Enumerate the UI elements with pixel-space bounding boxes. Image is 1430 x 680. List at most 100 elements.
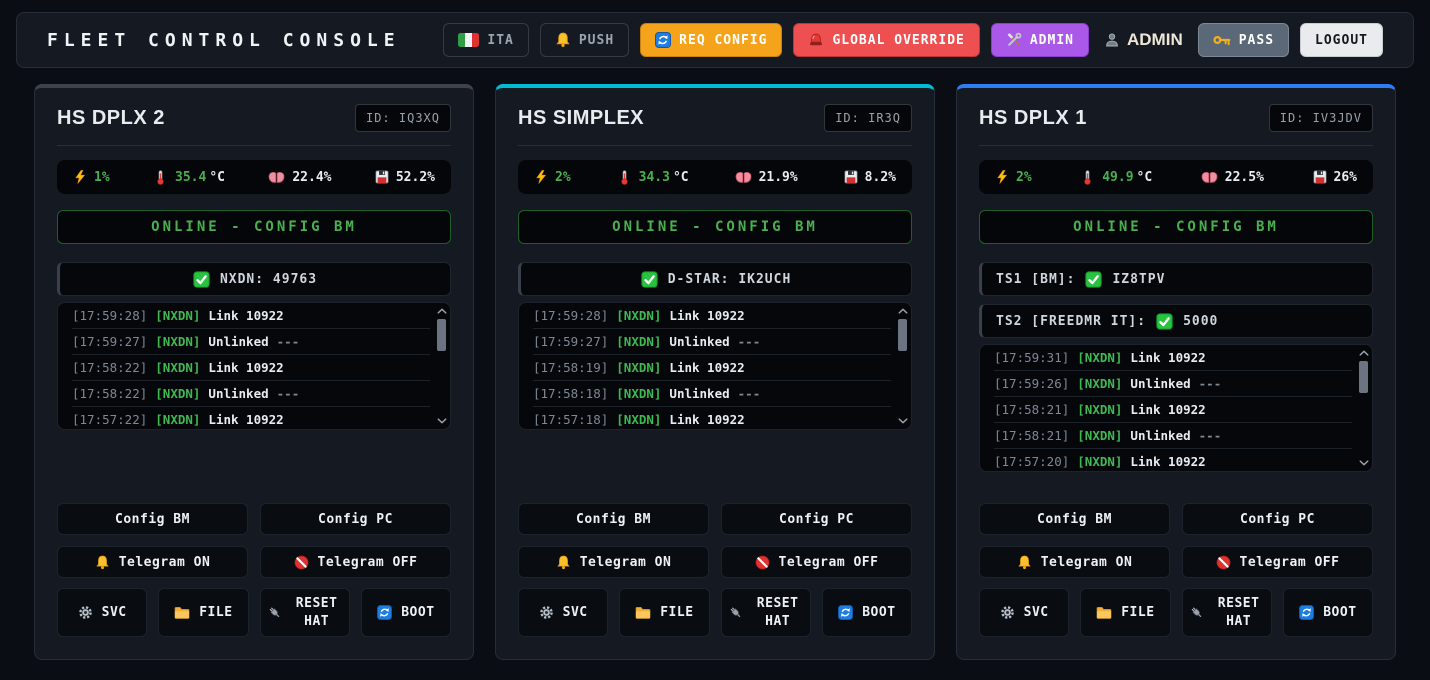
log-entry: [17:59:28] [NXDN] Link 10922 — [72, 303, 430, 329]
file-button[interactable]: FILE — [158, 588, 248, 637]
user-menu[interactable]: ADMIN — [1100, 30, 1187, 50]
lightning-icon — [73, 170, 87, 184]
scrollbar-track[interactable] — [437, 317, 446, 415]
config-pc-button[interactable]: Config PC — [260, 503, 451, 535]
log-entry: [17:57:18] [NXDN] Link 10922 — [533, 407, 891, 430]
log-time: [17:59:31] — [994, 350, 1069, 365]
boot-button[interactable]: BOOT — [1283, 588, 1373, 637]
scroll-down-button[interactable] — [436, 415, 448, 427]
power-stat: 2% — [995, 170, 1032, 185]
telegram-off-button[interactable]: Telegram OFF — [260, 546, 451, 578]
log-panel[interactable]: [17:59:28] [NXDN] Link 10922 [17:59:27] … — [57, 302, 451, 430]
file-button[interactable]: FILE — [1080, 588, 1170, 637]
push-button[interactable]: PUSH — [540, 23, 629, 57]
log-scrollbar[interactable] — [1357, 347, 1370, 469]
scrollbar-track[interactable] — [1359, 359, 1368, 457]
log-tag: [NXDN] — [616, 308, 661, 323]
log-message: Unlinked — [208, 334, 268, 349]
device-id-badge: ID: IQ3XQ — [355, 104, 451, 132]
log-message: Link 10922 — [208, 412, 283, 427]
scrollbar-thumb[interactable] — [437, 319, 446, 351]
thermometer-icon — [617, 170, 632, 185]
telegram-off-button[interactable]: Telegram OFF — [1182, 546, 1373, 578]
config-bm-button[interactable]: Config BM — [57, 503, 248, 535]
scrollbar-track[interactable] — [898, 317, 907, 415]
reset-hat-button[interactable]: RESET HAT — [721, 588, 811, 637]
svc-button[interactable]: SVC — [518, 588, 608, 637]
config-pc-button[interactable]: Config PC — [1182, 503, 1373, 535]
file-button[interactable]: FILE — [619, 588, 709, 637]
stats-bar: 2% 49.9°C 22.5% 26% — [979, 160, 1373, 194]
log-entry: [17:57:20] [NXDN] Link 10922 — [994, 449, 1352, 472]
scroll-up-button[interactable] — [1358, 347, 1370, 359]
status-badge: ONLINE - CONFIG BM — [518, 210, 912, 244]
log-scrollbar[interactable] — [435, 305, 448, 427]
log-scrollbar[interactable] — [896, 305, 909, 427]
stats-bar: 2% 34.3°C 21.9% 8.2% — [518, 160, 912, 194]
link-value: 5000 — [1183, 314, 1218, 329]
log-message: Unlinked — [208, 386, 268, 401]
telegram-on-button[interactable]: Telegram ON — [518, 546, 709, 578]
no-entry-icon — [755, 555, 770, 570]
folder-icon — [635, 606, 651, 619]
log-entry: [17:59:31] [NXDN] Link 10922 — [994, 345, 1352, 371]
svc-button[interactable]: SVC — [979, 588, 1069, 637]
log-message-dim: --- — [277, 386, 300, 401]
config-pc-button[interactable]: Config PC — [721, 503, 912, 535]
pass-button[interactable]: PASS — [1198, 23, 1289, 57]
cpu-stat: 22.4% — [268, 170, 331, 185]
log-message: Unlinked — [669, 334, 729, 349]
log-time: [17:58:18] — [533, 386, 608, 401]
check-icon — [1156, 313, 1173, 330]
config-bm-button[interactable]: Config BM — [979, 503, 1170, 535]
admin-button[interactable]: ADMIN — [991, 23, 1089, 57]
card-title: HS DPLX 1 — [979, 107, 1087, 130]
bell-icon — [555, 32, 571, 48]
card-header: HS SIMPLEX ID: IR3Q — [518, 104, 912, 132]
telegram-on-button[interactable]: Telegram ON — [979, 546, 1170, 578]
scrollbar-thumb[interactable] — [1359, 361, 1368, 393]
logout-button[interactable]: LOGOUT — [1300, 23, 1383, 57]
reset-hat-button[interactable]: RESET HAT — [1182, 588, 1272, 637]
scroll-up-button[interactable] — [436, 305, 448, 317]
reset-hat-button[interactable]: RESET HAT — [260, 588, 350, 637]
scroll-up-button[interactable] — [897, 305, 909, 317]
disk-stat: 8.2% — [844, 170, 896, 185]
log-tag: [NXDN] — [616, 360, 661, 375]
device-id-badge: ID: IR3Q — [824, 104, 912, 132]
req-config-button[interactable]: REQ CONFIG — [640, 23, 782, 57]
device-card: HS DPLX 1 ID: IV3JDV 2% 49.9°C 22.5% 26%… — [956, 84, 1396, 660]
global-override-button[interactable]: GLOBAL OVERRIDE — [793, 23, 979, 57]
config-bm-button[interactable]: Config BM — [518, 503, 709, 535]
thermometer-icon — [1080, 170, 1095, 185]
log-panel[interactable]: [17:59:31] [NXDN] Link 10922 [17:59:26] … — [979, 344, 1373, 472]
log-tag: [NXDN] — [1077, 350, 1122, 365]
telegram-on-button[interactable]: Telegram ON — [57, 546, 248, 578]
svc-button[interactable]: SVC — [57, 588, 147, 637]
hammer-wrench-icon — [1006, 32, 1022, 48]
scrollbar-thumb[interactable] — [898, 319, 907, 351]
gear-icon — [539, 605, 554, 620]
log-time: [17:58:22] — [72, 360, 147, 375]
log-entry: [17:59:27] [NXDN] Unlinked --- — [72, 329, 430, 355]
log-message: Link 10922 — [208, 308, 283, 323]
chevron-down-icon — [436, 417, 448, 425]
boot-button[interactable]: BOOT — [822, 588, 912, 637]
refresh-icon — [655, 32, 671, 48]
scroll-down-button[interactable] — [1358, 457, 1370, 469]
boot-button[interactable]: BOOT — [361, 588, 451, 637]
log-entry: [17:58:18] [NXDN] Unlinked --- — [533, 381, 891, 407]
language-button[interactable]: ITA — [443, 23, 528, 57]
log-time: [17:59:28] — [72, 308, 147, 323]
log-entry: [17:58:22] [NXDN] Unlinked --- — [72, 381, 430, 407]
telegram-off-button[interactable]: Telegram OFF — [721, 546, 912, 578]
card-actions: Config BM Config PC Telegram ON Telegram… — [979, 503, 1373, 637]
scroll-down-button[interactable] — [897, 415, 909, 427]
thermometer-icon — [153, 170, 168, 185]
device-card: HS DPLX 2 ID: IQ3XQ 1% 35.4°C 22.4% 52.2… — [34, 84, 474, 660]
stats-bar: 1% 35.4°C 22.4% 52.2% — [57, 160, 451, 194]
no-entry-icon — [294, 555, 309, 570]
log-message-dim: --- — [738, 386, 761, 401]
user-bust-icon — [1104, 32, 1120, 48]
log-panel[interactable]: [17:59:28] [NXDN] Link 10922 [17:59:27] … — [518, 302, 912, 430]
